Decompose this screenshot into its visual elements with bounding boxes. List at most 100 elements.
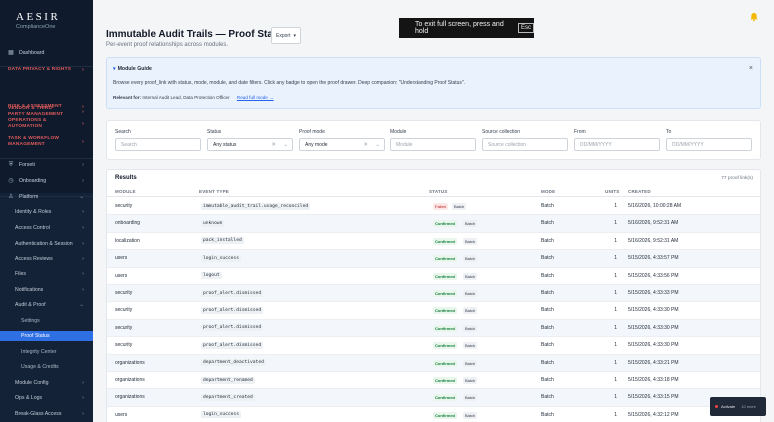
- col-event-type[interactable]: EVENT TYPE: [199, 189, 229, 194]
- activation-toast[interactable]: Activate 10 more: [710, 397, 766, 416]
- mode-badge[interactable]: Batch: [463, 377, 478, 384]
- status-badge[interactable]: Confirmed: [433, 272, 457, 280]
- sidebar-item-label: OPERATIONS & AUTOMATION: [8, 118, 47, 129]
- created-cell: 5/16/2026, 9:52:31 AM: [628, 237, 679, 244]
- sidebar-item-task-workflow-management[interactable]: TASK & WORKFLOW MANAGEMENT ›: [0, 136, 93, 149]
- col-units[interactable]: UNITS: [605, 189, 620, 194]
- sidebar-item-label: Audit & Proof: [15, 302, 46, 308]
- chevron-down-icon: ⌄: [283, 141, 288, 148]
- module-guide-title[interactable]: ▾ Module Guide: [113, 66, 152, 72]
- mode-badge[interactable]: Batch: [463, 307, 478, 315]
- clear-icon[interactable]: ✕: [363, 142, 368, 148]
- search-input[interactable]: Search: [115, 138, 201, 151]
- chevron-right-icon: ›: [81, 121, 84, 127]
- sidebar-item-label: Authentication & Session: [15, 241, 73, 247]
- status-badge[interactable]: Confirmed: [433, 324, 457, 332]
- units-cell: 1: [614, 324, 617, 331]
- sidebar-item-dashboard[interactable]: ▦ Dashboard: [0, 49, 93, 57]
- read-full-mode-link[interactable]: Read full mode →: [237, 95, 274, 100]
- sidebar-item-notifications[interactable]: Notifications ›: [0, 285, 93, 295]
- sidebar-item-operations-automation[interactable]: OPERATIONS & AUTOMATION ›: [0, 118, 93, 131]
- sidebar-item-module-config[interactable]: Module Config ›: [0, 378, 93, 388]
- table-row[interactable]: security immutable_audit_trail.usage_reco…: [107, 198, 760, 216]
- sidebar-item-ops-logs[interactable]: Ops & Logs ›: [0, 393, 93, 403]
- sidebar-item-authentication-session[interactable]: Authentication & Session ›: [0, 239, 93, 249]
- status-badge[interactable]: Confirmed: [433, 237, 457, 245]
- mode-badge[interactable]: Batch: [463, 394, 478, 402]
- clear-icon[interactable]: ✕: [271, 142, 276, 148]
- table-row[interactable]: users logout Confirmed Batch Batch 1 5/15/2026…: [107, 268, 760, 285]
- mode-badge[interactable]: Batch: [463, 359, 478, 367]
- mode-badge[interactable]: Batch: [463, 255, 478, 263]
- sidebar-item-break-glass-access[interactable]: Break-Glass Access ›: [0, 409, 93, 419]
- units-cell: 1: [614, 394, 617, 401]
- sidebar-item-access-control[interactable]: Access Control ›: [0, 223, 93, 233]
- sidebar-item-usage-credits[interactable]: Usage & Credits: [0, 362, 93, 372]
- sidebar-item-files[interactable]: Files ›: [0, 269, 93, 279]
- sidebar-item-risk-assessment[interactable]: RISK & ASSESSMENT ›: [0, 103, 93, 111]
- filter-proof-mode-label: Proof mode: [299, 129, 325, 135]
- col-status[interactable]: STATUS: [429, 189, 448, 194]
- sidebar-item-settings[interactable]: Settings: [0, 316, 93, 326]
- mode-badge[interactable]: Batch: [463, 324, 478, 332]
- sidebar-item-identity-roles[interactable]: Identity & Roles ›: [0, 207, 93, 217]
- col-created[interactable]: CREATED: [628, 189, 651, 194]
- from-date-input[interactable]: DD/MM/YYYY: [574, 138, 660, 151]
- sidebar-item-access-reviews[interactable]: Access Reviews ›: [0, 254, 93, 264]
- mode-badge[interactable]: Batch: [452, 203, 467, 210]
- table-row[interactable]: onboarding unknown Confirmed Batch Batch 1 5/1…: [107, 215, 760, 233]
- to-date-input[interactable]: DD/MM/YYYY: [666, 138, 752, 151]
- user-icon: ♙: [8, 194, 14, 200]
- status-dot-icon: [715, 405, 718, 408]
- status-badge[interactable]: Confirmed: [433, 342, 457, 350]
- export-button[interactable]: Export ▾: [271, 27, 301, 44]
- mode-badge[interactable]: Batch: [463, 237, 478, 245]
- mode-badge[interactable]: Batch: [463, 220, 478, 228]
- close-icon[interactable]: ×: [749, 65, 753, 72]
- status-badge[interactable]: Confirmed: [433, 359, 457, 367]
- table-row[interactable]: security proof_alert.dismissed Confirmed Ba…: [107, 337, 760, 355]
- source-collection-input[interactable]: Source collection: [482, 138, 568, 151]
- mode-cell: Batch: [541, 272, 554, 279]
- mode-badge[interactable]: Batch: [463, 272, 478, 280]
- col-mode[interactable]: MODE: [541, 189, 555, 194]
- sidebar-item-label: RISK & ASSESSMENT: [8, 104, 62, 109]
- proof-mode-select[interactable]: Any mode ✕ ⌄: [299, 138, 385, 151]
- module-input[interactable]: Module: [390, 138, 476, 151]
- table-row[interactable]: security proof_alert.dismissed Confirmed Ba…: [107, 302, 760, 320]
- table-row[interactable]: organizations department_created Confirmed…: [107, 389, 760, 407]
- sidebar-item-platform[interactable]: ♙ Platform ⌄: [0, 192, 93, 203]
- sidebar-item-label: DATA PRIVACY & RIGHTS: [8, 67, 72, 72]
- bell-icon[interactable]: [749, 12, 759, 22]
- table-row[interactable]: users login_success Confirmed Batch Batch 1 5/…: [107, 250, 760, 268]
- brand-logo[interactable]: AESIR ComplianceOne: [0, 0, 93, 40]
- table-row[interactable]: organizations department_renamed Confirmed…: [107, 372, 760, 390]
- mode-badge[interactable]: Batch: [463, 342, 478, 350]
- sidebar-item-label: Platform: [19, 194, 39, 200]
- status-badge[interactable]: Confirmed: [433, 307, 457, 315]
- status-badge[interactable]: Confirmed: [433, 255, 457, 263]
- sidebar-item-data-privacy-rights[interactable]: DATA PRIVACY & RIGHTS ›: [0, 66, 93, 74]
- sidebar-item-onboarding[interactable]: ◷ Onboarding ›: [0, 176, 93, 187]
- sidebar-item-integrity-center[interactable]: Integrity Center: [0, 347, 93, 357]
- status-badge[interactable]: Confirmed: [433, 290, 457, 297]
- status-badge[interactable]: Confirmed: [433, 411, 457, 419]
- mode-badge[interactable]: Batch: [463, 411, 478, 419]
- chevron-right-icon: ›: [82, 271, 84, 277]
- table-row[interactable]: organizations department_deactivated Confi…: [107, 354, 760, 372]
- status-badge[interactable]: Confirmed: [433, 394, 457, 402]
- col-module[interactable]: MODULE: [115, 189, 136, 194]
- table-row[interactable]: security proof_alert.dismissed Confirmed Ba…: [107, 319, 760, 338]
- sidebar-item-audit-proof[interactable]: Audit & Proof ⌄: [0, 300, 93, 310]
- status-select[interactable]: Any status ✕ ⌄: [207, 138, 293, 151]
- status-badge[interactable]: Confirmed: [433, 220, 457, 228]
- mode-badge[interactable]: Batch: [463, 290, 478, 297]
- status-badge[interactable]: Failed: [433, 203, 448, 210]
- sidebar-item-proof-status[interactable]: Proof Status: [0, 331, 93, 341]
- sidebar-item-forseti[interactable]: ⛨ Forseti ›: [0, 160, 93, 171]
- status-badge[interactable]: Confirmed: [433, 377, 457, 384]
- table-row[interactable]: security proof_alert.dismissed Confirmed Ba…: [107, 285, 760, 303]
- table-row[interactable]: localization pack_installed Confirmed Batch…: [107, 233, 760, 251]
- table-row[interactable]: users login_success Confirmed Batch Batch 1 5/…: [107, 407, 760, 422]
- units-cell: 1: [614, 220, 617, 227]
